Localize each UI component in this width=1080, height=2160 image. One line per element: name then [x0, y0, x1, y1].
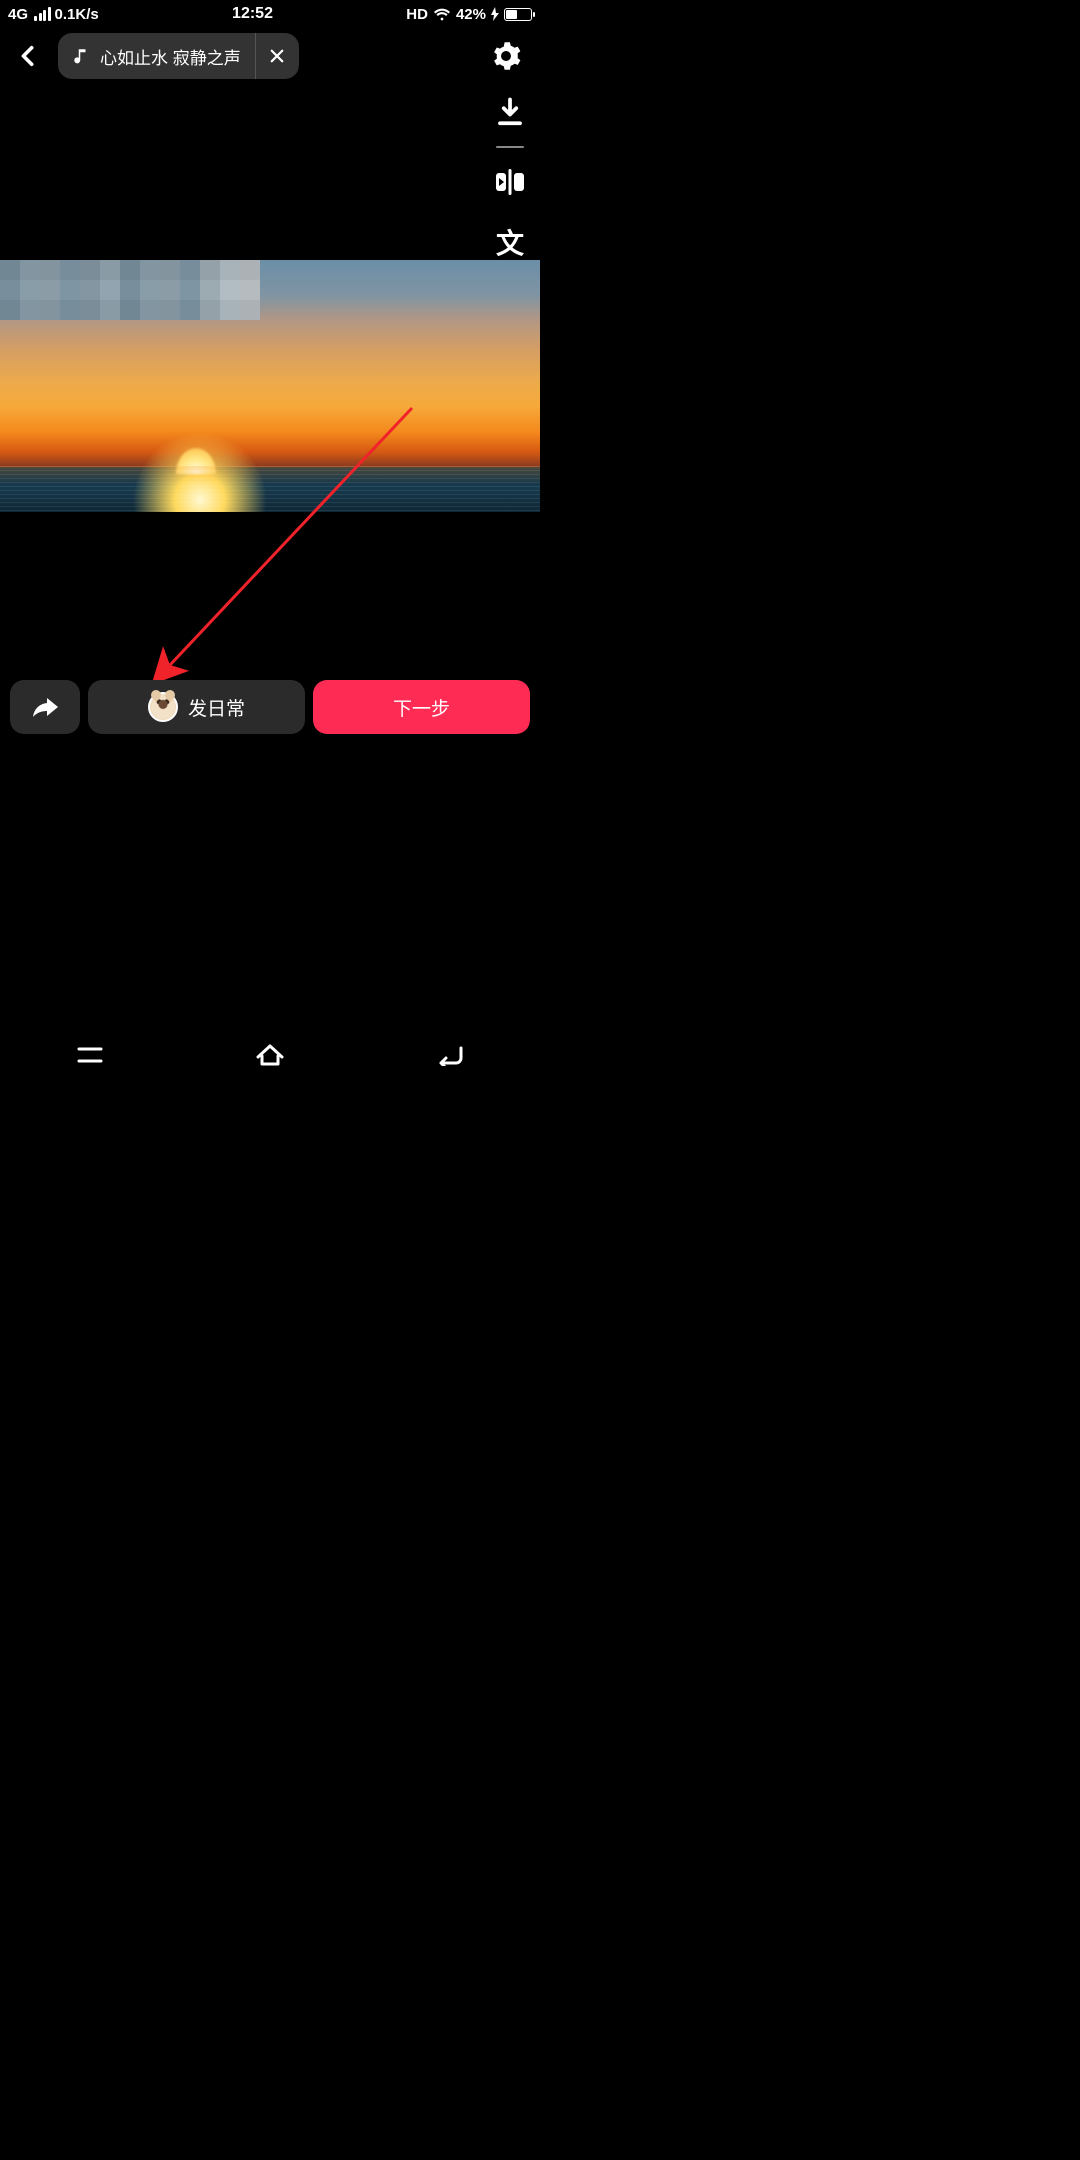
back-arrow-icon	[435, 1044, 465, 1066]
status-right: HD 42%	[406, 6, 532, 23]
network-speed: 0.1K/s	[55, 6, 99, 23]
system-nav-bar	[0, 1030, 540, 1080]
download-icon	[495, 97, 525, 127]
battery-pct: 42%	[456, 6, 486, 23]
text-tool-button[interactable]: 文	[490, 224, 530, 264]
battery-icon	[504, 8, 532, 21]
nav-recent-button[interactable]	[60, 1035, 120, 1075]
wifi-icon	[433, 7, 451, 21]
gear-icon	[491, 41, 521, 71]
text-tool-label: 文	[496, 230, 524, 258]
music-select[interactable]: 心如止水 寂静之声	[58, 44, 255, 69]
top-bar: 心如止水 寂静之声	[0, 28, 540, 84]
rail-divider	[496, 146, 524, 148]
download-button[interactable]	[490, 92, 530, 132]
status-bar: 4G 0.1K/s 12:52 HD 42%	[0, 0, 540, 28]
redacted-overlay	[0, 260, 260, 320]
video-preview[interactable]	[0, 260, 540, 512]
charging-icon	[491, 7, 499, 21]
network-label: 4G	[8, 6, 28, 23]
next-step-button[interactable]: 下一步	[313, 680, 530, 734]
avatar	[148, 692, 178, 722]
share-arrow-icon	[32, 696, 58, 718]
status-left: 4G 0.1K/s	[8, 6, 99, 23]
music-remove-button[interactable]	[255, 33, 299, 79]
clip-split-button[interactable]	[490, 162, 530, 202]
share-button[interactable]	[10, 680, 80, 734]
close-icon	[268, 47, 286, 65]
signal-icon	[34, 7, 51, 21]
chevron-left-icon	[17, 45, 39, 67]
next-step-label: 下一步	[393, 694, 450, 721]
home-icon	[255, 1043, 285, 1067]
post-daily-button[interactable]: 发日常	[88, 680, 305, 734]
nav-back-button[interactable]	[420, 1035, 480, 1075]
post-daily-label: 发日常	[188, 694, 245, 721]
bottom-action-row: 发日常 下一步	[10, 680, 530, 734]
music-title: 心如止水 寂静之声	[100, 44, 241, 69]
menu-icon	[77, 1045, 103, 1065]
music-note-icon	[72, 47, 90, 65]
music-chip[interactable]: 心如止水 寂静之声	[58, 33, 299, 79]
clock: 12:52	[232, 5, 273, 23]
settings-button[interactable]	[486, 36, 526, 76]
back-button[interactable]	[8, 36, 48, 76]
nav-home-button[interactable]	[240, 1035, 300, 1075]
hd-label: HD	[406, 6, 428, 23]
clip-split-icon	[495, 168, 525, 196]
